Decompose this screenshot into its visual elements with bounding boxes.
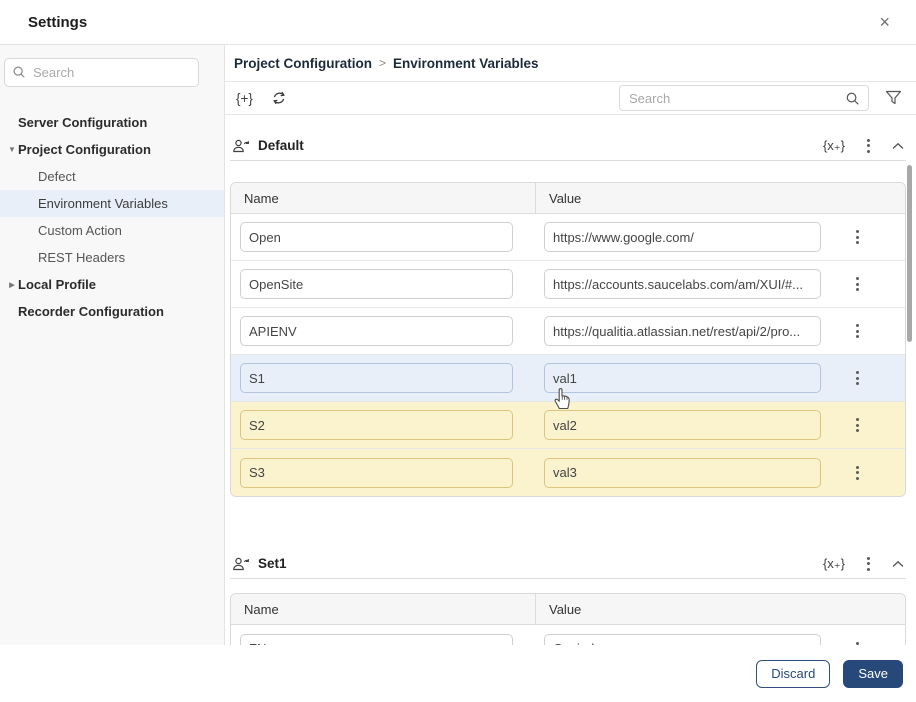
refresh-icon[interactable] (271, 90, 287, 106)
sidebar-item-custom-action[interactable]: Custom Action (0, 217, 224, 244)
collapse-arrow-icon[interactable]: ▶ (6, 281, 18, 289)
table-row (231, 214, 905, 261)
table-row (231, 261, 905, 308)
sidebar-item-project-configuration[interactable]: ▼ Project Configuration (0, 136, 224, 163)
variables-search (619, 85, 869, 111)
variable-value-input[interactable] (544, 316, 821, 346)
variables-table-default: Name Value (230, 182, 906, 497)
section-title: Set1 (258, 556, 287, 571)
expand-arrow-icon[interactable]: ▼ (6, 145, 18, 154)
variables-table-set1: Name Value (230, 593, 906, 645)
variable-value-input[interactable] (544, 410, 821, 440)
sidebar-item-rest-headers[interactable]: REST Headers (0, 244, 224, 271)
row-kebab-menu-icon[interactable] (854, 228, 861, 246)
variable-name-input[interactable] (240, 269, 513, 299)
sidebar-item-local-profile[interactable]: ▶ Local Profile (0, 271, 224, 298)
variable-name-input[interactable] (240, 633, 513, 645)
sidebar-search-input[interactable] (4, 58, 199, 87)
variable-name-input[interactable] (240, 222, 513, 252)
row-kebab-menu-icon[interactable] (854, 322, 861, 340)
breadcrumb-separator: > (379, 56, 387, 70)
variables-search-input[interactable] (619, 85, 869, 111)
settings-sidebar: Server Configuration ▼ Project Configura… (0, 45, 225, 645)
sidebar-item-defect[interactable]: Defect (0, 163, 224, 190)
sidebar-item-server-configuration[interactable]: Server Configuration (0, 109, 224, 136)
search-icon (845, 91, 860, 106)
breadcrumb: Project Configuration > Environment Vari… (225, 45, 916, 82)
save-button[interactable]: Save (843, 659, 903, 688)
variable-name-input[interactable] (240, 457, 513, 488)
variable-sets-scroll-area: Default {x₊} Name Value Open https://www… (225, 115, 916, 645)
row-kebab-menu-icon[interactable] (854, 416, 861, 434)
row-kebab-menu-icon[interactable] (854, 369, 861, 387)
section-header-default: Default {x₊} (230, 131, 906, 161)
variable-value-input[interactable] (544, 269, 821, 299)
table-header: Name Value (231, 594, 905, 625)
column-header-name: Name (231, 183, 536, 213)
table-row (231, 449, 905, 496)
toolbar: {+} (225, 82, 916, 115)
breadcrumb-project-configuration[interactable]: Project Configuration (234, 56, 372, 71)
table-row (231, 625, 905, 645)
variable-name-input[interactable] (240, 316, 513, 346)
table-row (231, 355, 905, 402)
filter-icon[interactable] (885, 90, 902, 106)
dialog-title: Settings (28, 13, 88, 31)
settings-dialog: Settings × Server Configuration ▼ Projec… (0, 0, 916, 702)
collapse-section-icon[interactable] (892, 560, 904, 568)
add-variable-icon[interactable]: {x₊} (823, 556, 845, 572)
variable-set-icon (232, 556, 250, 572)
variable-value-input[interactable] (544, 222, 821, 252)
variable-set-icon (232, 138, 250, 154)
sidebar-search (4, 58, 199, 87)
add-variable-set-icon[interactable]: {+} (236, 91, 253, 106)
section-kebab-menu-icon[interactable] (865, 137, 872, 155)
column-header-name: Name (231, 594, 536, 624)
sidebar-item-recorder-configuration[interactable]: Recorder Configuration (0, 298, 224, 325)
sidebar-item-environment-variables[interactable]: Environment Variables (0, 190, 224, 217)
section-header-set1: Set1 {x₊} (230, 549, 906, 579)
vertical-scrollbar[interactable] (907, 165, 912, 342)
variable-name-input[interactable] (240, 410, 513, 440)
section-kebab-menu-icon[interactable] (865, 555, 872, 573)
dialog-footer: Discard Save (0, 645, 916, 702)
column-header-value: Value (549, 601, 582, 617)
search-icon (12, 65, 26, 79)
table-row (231, 402, 905, 449)
variable-value-input[interactable] (544, 633, 821, 645)
row-kebab-menu-icon[interactable] (854, 275, 861, 293)
dialog-header: Settings × (0, 0, 916, 45)
collapse-section-icon[interactable] (892, 142, 904, 150)
content-panel: Project Configuration > Environment Vari… (225, 45, 916, 645)
row-kebab-menu-icon[interactable] (854, 640, 861, 646)
table-row (231, 308, 905, 355)
column-header-value: Value (549, 190, 582, 206)
variable-name-input[interactable] (240, 363, 513, 393)
variable-value-input[interactable] (544, 363, 821, 393)
row-kebab-menu-icon[interactable] (854, 464, 861, 482)
section-title: Default (258, 138, 304, 153)
breadcrumb-environment-variables: Environment Variables (393, 55, 539, 71)
close-icon[interactable]: × (879, 13, 890, 31)
variable-value-input[interactable] (544, 457, 821, 488)
settings-tree: Server Configuration ▼ Project Configura… (0, 109, 224, 325)
add-variable-icon[interactable]: {x₊} (823, 138, 845, 154)
table-header: Name Value (231, 183, 905, 214)
discard-button[interactable]: Discard (756, 659, 831, 688)
